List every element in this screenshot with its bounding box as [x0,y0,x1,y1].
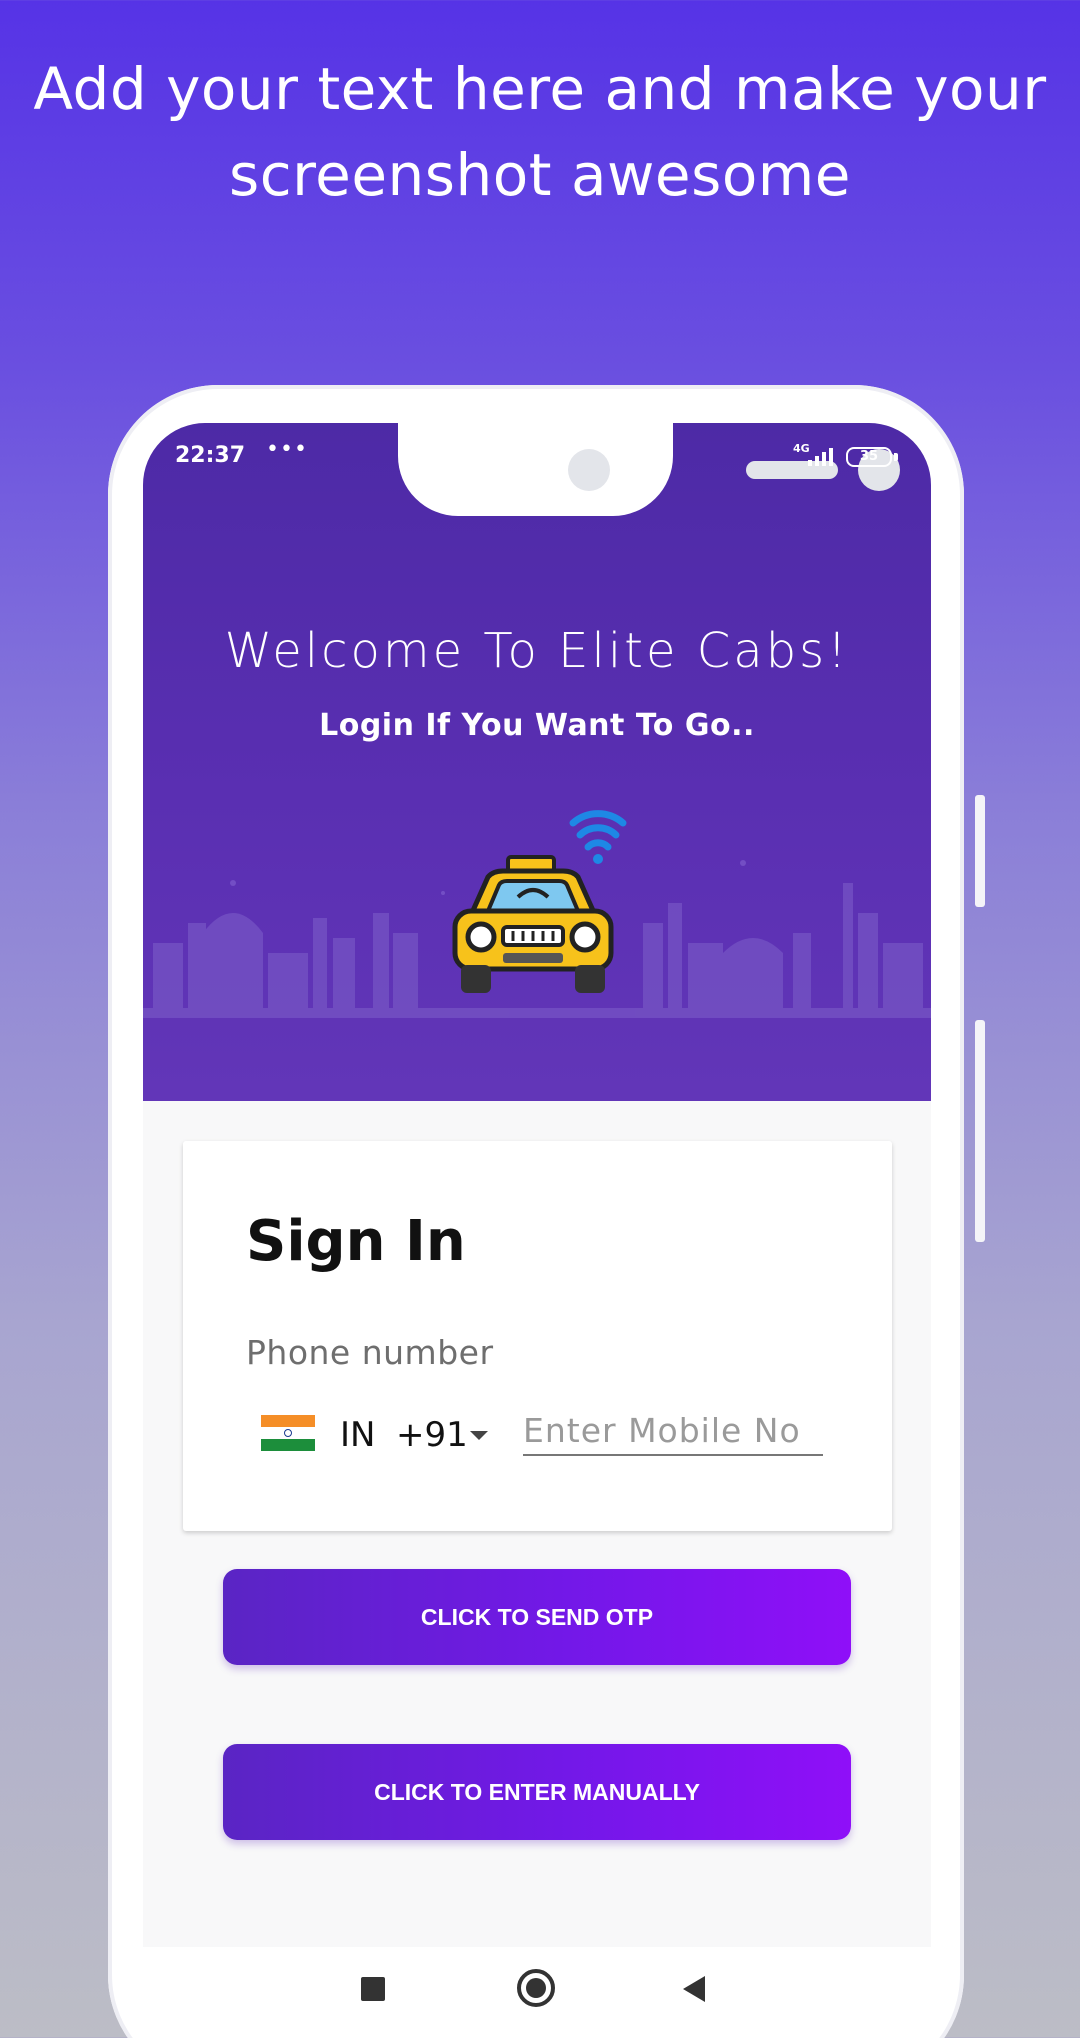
promo-line-2: screenshot awesome [229,141,851,209]
chevron-down-icon[interactable] [470,1431,488,1440]
mobile-number-input[interactable] [523,1406,823,1456]
app-header: 22:37 ••• 4G 35 Welcome To Elite Cabs! L… [143,423,931,1101]
country-code-picker[interactable]: IN [340,1415,375,1455]
promo-caption: Add your text here and make your screens… [0,46,1080,218]
promo-line-1: Add your text here and make your [33,55,1047,123]
battery-tip [894,453,898,461]
taxi-wifi-icon [452,810,627,993]
phone-power-button [975,1020,985,1242]
recent-apps-icon[interactable] [361,1977,385,2001]
battery-level: 35 [859,449,879,464]
front-camera-icon [568,449,610,491]
signin-title: Sign In [246,1209,466,1274]
app-screen: 22:37 ••• 4G 35 Welcome To Elite Cabs! L… [143,423,931,2038]
signin-card: Sign In Phone number IN +91 [183,1141,892,1531]
dial-code[interactable]: +91 [396,1415,468,1455]
send-otp-button[interactable]: CLICK TO SEND OTP [223,1569,851,1665]
enter-manually-button[interactable]: CLICK TO ENTER MANUALLY [223,1744,851,1840]
phone-number-label: Phone number [246,1333,494,1372]
battery-icon: 35 [846,447,892,467]
welcome-title: Welcome To Elite Cabs! [224,623,850,679]
india-flag-icon[interactable] [261,1415,315,1451]
status-more-icon: ••• [266,437,308,462]
system-nav-bar [143,1947,931,2038]
phone-volume-button [975,795,985,907]
back-icon[interactable] [683,1976,705,2002]
welcome-subtitle: Login If You Want To Go.. [319,708,755,743]
home-icon[interactable] [517,1969,555,2007]
status-time: 22:37 [175,443,246,468]
signal-icon [808,448,833,466]
phone-notch [398,423,900,516]
